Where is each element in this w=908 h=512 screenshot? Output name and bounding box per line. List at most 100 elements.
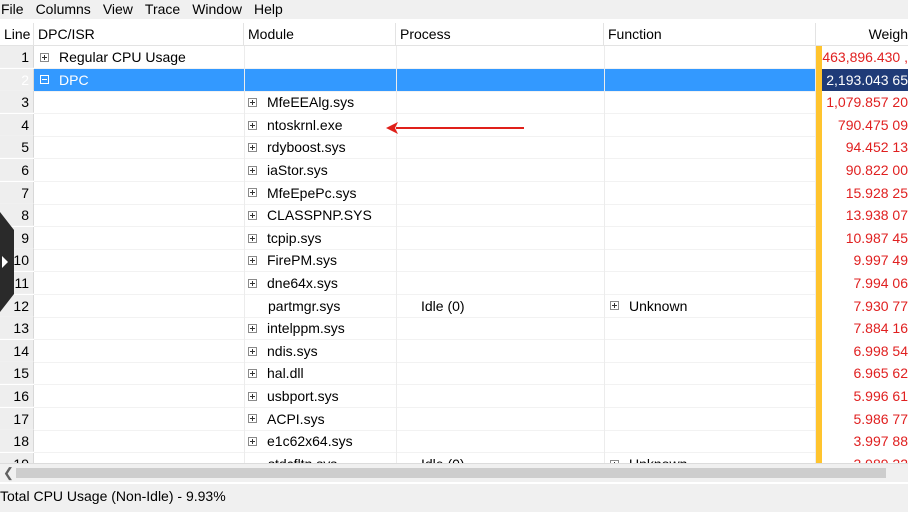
menu-help[interactable]: Help [254,0,283,19]
process-cell [396,136,604,158]
menu-file[interactable]: File [1,0,24,19]
dpc-isr-cell-text: Regular CPU Usage [59,49,186,65]
table-row[interactable]: 9 tcpip.sys 10.987 45 [0,226,908,250]
weight-bar [816,294,822,318]
column-header-dpc-isr[interactable]: DPC/ISR [34,23,244,45]
table-row[interactable]: 2 DPC 2,193.043 65 [0,68,908,92]
table-row[interactable]: 11 dne64x.sys 7.994 06 [0,272,908,295]
dpc-isr-cell [34,408,244,430]
table-row[interactable]: 16 usbport.sys 5.996 61 [0,385,908,408]
dpc-isr-cell [34,362,244,384]
weight-cell: 7.994 06 [816,272,908,294]
table-row[interactable]: 8 CLASSPNP.SYS 13.938 07 [0,204,908,228]
expand-icon[interactable] [248,278,257,288]
column-header-weight[interactable]: Weigh [816,23,908,45]
module-cell-text: dne64x.sys [267,275,338,291]
table-row[interactable]: 5 rdyboost.sys 94.452 13 [0,136,908,160]
function-cell [604,317,816,339]
column-divider [244,46,245,463]
line-number: 15 [0,362,34,385]
expand-icon[interactable] [248,188,257,198]
weight-cell-text: 9.997 49 [853,252,908,269]
module-cell: usbport.sys [244,385,396,407]
table-row[interactable]: 19 stdcfltn.sys Idle (0) Unknown 3.989 22 [0,452,908,463]
side-panel-toggle-icon[interactable] [0,212,14,312]
table-row[interactable]: 15 hal.dll 6.965 62 [0,362,908,386]
module-cell-text: ntoskrnl.exe [267,116,343,133]
column-header-line[interactable]: Line [0,23,34,45]
process-cell [396,430,604,452]
expand-icon[interactable] [248,323,257,333]
menu-trace[interactable]: Trace [145,0,180,19]
expand-icon[interactable] [248,165,257,175]
weight-cell-text: 7.930 77 [853,297,908,314]
function-cell [604,136,816,158]
menu-view[interactable]: View [103,0,133,19]
dpc-isr-cell [34,453,244,463]
table-row[interactable]: 3 MfeEEAlg.sys 1,079.857 20 [0,91,908,115]
module-cell-text: intelppm.sys [267,320,345,337]
expand-icon[interactable] [248,143,257,153]
weight-cell: 3.989 22 [816,452,908,463]
status-text: Total CPU Usage (Non-Idle) - 9.93% [0,488,226,504]
module-cell-text: tcpip.sys [267,229,322,246]
module-cell: FirePM.sys [244,249,396,271]
line-number: 14 [0,339,34,362]
horizontal-scrollbar[interactable]: ❮ [0,463,908,482]
module-cell [244,46,396,68]
module-cell: intelppm.sys [244,317,396,339]
dpc-isr-cell [34,272,244,294]
module-cell-text: partmgr.sys [268,297,341,314]
line-number-text: 18 [13,433,29,450]
column-header-process[interactable]: Process [396,23,604,45]
expand-icon[interactable] [248,233,257,243]
module-cell-text: e1c62x64.sys [267,433,353,450]
table-row[interactable]: 17 ACPI.sys 5.986 77 [0,407,908,431]
table-row[interactable]: 12 partmgr.sys Idle (0) Unknown 7.930 77 [0,294,908,318]
process-cell [396,362,604,384]
expand-icon[interactable] [248,346,257,356]
table-row[interactable]: 13 intelppm.sys 7.884 16 [0,317,908,341]
expand-icon[interactable] [248,210,257,220]
table-row[interactable]: 18 e1c62x64.sys 3.997 88 [0,430,908,454]
process-cell [396,272,604,294]
menu-window[interactable]: Window [192,0,242,19]
table-row[interactable]: 6 iaStor.sys 90.822 00 [0,159,908,182]
weight-cell-text: 7.884 16 [853,320,908,337]
column-header-module[interactable]: Module [244,23,396,45]
line-number-text: 9 [21,229,29,246]
table-row[interactable]: 1 Regular CPU Usage 463,896.430 , [0,46,908,69]
column-header-function[interactable]: Function [604,23,816,45]
module-cell-text: ACPI.sys [267,410,325,427]
expand-icon[interactable] [248,97,257,107]
table-row[interactable]: 10 FirePM.sys 9.997 49 [0,249,908,273]
expand-icon[interactable] [248,391,257,401]
scroll-left-arrow-icon[interactable]: ❮ [3,465,14,481]
module-cell-text: rdyboost.sys [267,139,346,156]
weight-bar [816,46,822,69]
expand-icon[interactable] [248,414,257,424]
process-cell [396,385,604,407]
expand-icon[interactable] [248,436,257,446]
weight-cell: 10.987 45 [816,226,908,249]
expand-icon[interactable] [248,369,257,379]
weight-cell-text: 94.452 13 [845,139,908,156]
expand-icon[interactable] [248,256,257,266]
expand-icon[interactable] [40,52,49,62]
line-number-text: 15 [13,365,29,382]
table-row[interactable]: 7 MfeEpePc.sys 15.928 25 [0,181,908,205]
module-cell: rdyboost.sys [244,136,396,158]
table-row[interactable]: 14 ndis.sys 6.998 54 [0,339,908,363]
scrollbar-thumb[interactable] [16,468,886,478]
weight-cell: 94.452 13 [816,136,908,159]
expand-icon[interactable] [610,301,619,311]
collapse-icon[interactable] [40,75,49,85]
menu-columns[interactable]: Columns [36,0,91,19]
function-cell-text: Unknown [629,297,688,314]
process-cell-text: Idle (0) [421,297,465,314]
function-cell [604,249,816,271]
line-number-text: 14 [13,342,29,359]
weight-cell: 790.475 09 [816,113,908,136]
line-number: 1 [0,46,34,68]
expand-icon[interactable] [248,120,257,130]
